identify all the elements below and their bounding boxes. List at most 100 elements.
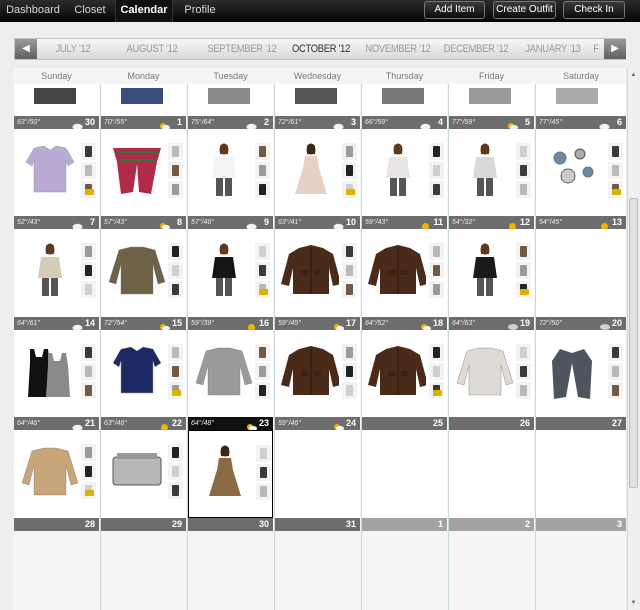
month-september[interactable]: SEPTEMBER '12 xyxy=(202,39,282,59)
day-header[interactable]: 63°/41° 10 xyxy=(275,216,360,231)
day-cell[interactable] xyxy=(101,330,186,418)
day-cell[interactable] xyxy=(536,129,626,217)
item-thumbnail[interactable] xyxy=(429,281,444,298)
day-header[interactable]: 1 xyxy=(362,518,447,531)
day-header[interactable]: 2 xyxy=(449,518,534,531)
outfit-photo[interactable] xyxy=(34,88,76,104)
scroll-up-icon[interactable]: ▲ xyxy=(629,70,638,80)
day-header[interactable]: 77°/59° 5 xyxy=(449,116,534,131)
day-cell[interactable] xyxy=(362,430,447,518)
day-cell[interactable] xyxy=(362,330,447,418)
outfit-photo[interactable] xyxy=(469,88,511,104)
outfit-photo[interactable] xyxy=(382,88,424,104)
item-thumbnail[interactable] xyxy=(516,162,531,179)
item-thumbnail[interactable] xyxy=(81,444,96,461)
outfit-photo[interactable] xyxy=(103,242,165,298)
outfit-photo[interactable] xyxy=(103,343,165,399)
item-thumbnail[interactable] xyxy=(81,162,96,179)
outfit-photo[interactable] xyxy=(190,242,252,298)
day-cell[interactable] xyxy=(362,531,447,610)
item-thumbnail[interactable] xyxy=(168,243,183,260)
day-header[interactable]: 64°/48° 23 xyxy=(188,417,273,432)
day-header[interactable]: 63°/50° 30 xyxy=(14,116,99,131)
tab-closet[interactable]: Closet xyxy=(70,0,110,22)
item-thumbnail[interactable] xyxy=(81,382,96,399)
item-thumbnail[interactable] xyxy=(342,281,357,298)
month-december[interactable]: DECEMBER '12 xyxy=(439,39,512,59)
outfit-photo[interactable] xyxy=(364,343,426,399)
item-thumbnail[interactable] xyxy=(516,143,531,160)
day-cell[interactable] xyxy=(449,229,534,317)
day-cell[interactable] xyxy=(101,430,186,518)
item-thumbnail[interactable] xyxy=(81,463,96,480)
outfit-photo[interactable] xyxy=(451,142,513,198)
item-thumbnail[interactable] xyxy=(168,482,183,499)
month-october[interactable]: OCTOBER '12 xyxy=(285,39,356,59)
outfit-photo[interactable] xyxy=(277,142,339,198)
month-july[interactable]: JULY '12 xyxy=(48,39,99,59)
day-cell[interactable] xyxy=(275,330,360,418)
item-thumbnail[interactable] xyxy=(342,162,357,179)
day-cell[interactable] xyxy=(536,330,626,418)
item-thumbnail[interactable] xyxy=(516,363,531,380)
day-header[interactable]: 64°/61° 14 xyxy=(14,317,99,332)
check-in-button[interactable]: Check In xyxy=(563,1,625,19)
item-thumbnail[interactable] xyxy=(608,143,623,160)
month-august[interactable]: AUGUST '12 xyxy=(121,39,184,59)
vertical-scrollbar[interactable]: ▲ ▼ xyxy=(627,68,638,610)
day-header[interactable]: 64°/63° 19 xyxy=(449,317,534,333)
day-cell[interactable] xyxy=(362,229,447,317)
item-thumbnail[interactable] xyxy=(168,281,183,298)
outfit-photo[interactable] xyxy=(364,142,426,198)
tab-calendar[interactable]: Calendar xyxy=(115,0,173,22)
item-thumbnail[interactable] xyxy=(429,162,444,179)
day-header[interactable]: 26 xyxy=(449,417,534,430)
day-cell[interactable] xyxy=(14,229,99,317)
day-header[interactable]: 72°/50° 20 xyxy=(536,317,626,333)
item-thumbnail[interactable] xyxy=(255,344,270,361)
previous-week-cell[interactable] xyxy=(449,84,534,116)
day-cell[interactable] xyxy=(188,330,273,418)
item-thumbnail[interactable] xyxy=(256,445,271,462)
outfit-photo[interactable] xyxy=(103,443,165,499)
item-thumbnail[interactable] xyxy=(255,143,270,160)
scroll-down-icon[interactable]: ▼ xyxy=(629,598,638,608)
item-thumbnail[interactable] xyxy=(81,262,96,279)
day-header[interactable]: 64°/46° 21 xyxy=(14,417,99,432)
outfit-photo[interactable] xyxy=(538,142,600,198)
day-cell[interactable] xyxy=(275,531,360,610)
item-thumbnail[interactable] xyxy=(255,181,270,198)
previous-week-cell[interactable] xyxy=(14,84,99,116)
month-november[interactable]: NOVEMBER '12 xyxy=(361,39,434,59)
day-header[interactable]: 27 xyxy=(536,417,626,430)
day-header[interactable]: 28 xyxy=(14,518,99,531)
day-header[interactable]: 59°/45° 17 xyxy=(275,317,360,332)
add-item-button[interactable]: Add Item xyxy=(424,1,485,19)
outfit-photo[interactable] xyxy=(208,88,250,104)
item-thumbnail[interactable] xyxy=(81,344,96,361)
item-thumbnail[interactable] xyxy=(608,344,623,361)
tab-dashboard[interactable]: Dashboard xyxy=(6,0,60,22)
outfit-photo[interactable] xyxy=(451,242,513,298)
item-thumbnail[interactable] xyxy=(429,181,444,198)
outfit-photo[interactable] xyxy=(190,343,252,399)
prev-month-button[interactable]: ◀ xyxy=(15,39,37,59)
outfit-photo[interactable] xyxy=(16,142,78,198)
item-thumbnail[interactable] xyxy=(516,243,531,260)
day-header[interactable]: 66°/59° 4 xyxy=(362,116,447,131)
day-header[interactable]: 72°/61° 3 xyxy=(275,116,360,131)
item-thumbnail[interactable] xyxy=(342,262,357,279)
day-header[interactable]: 54°/45° 13 xyxy=(536,216,626,230)
item-thumbnail[interactable] xyxy=(516,382,531,399)
previous-week-cell[interactable] xyxy=(362,84,447,116)
item-thumbnail[interactable] xyxy=(429,344,444,361)
day-header[interactable]: 59°/43° 11 xyxy=(362,216,447,230)
next-month-button[interactable]: ▶ xyxy=(604,39,626,59)
day-cell[interactable] xyxy=(14,330,99,418)
item-thumbnail[interactable] xyxy=(168,162,183,179)
item-thumbnail[interactable] xyxy=(429,363,444,380)
day-cell[interactable] xyxy=(275,129,360,217)
day-cell[interactable] xyxy=(14,430,99,518)
day-header[interactable]: 72°/54° 15 xyxy=(101,317,186,332)
day-header[interactable]: 30 xyxy=(188,518,273,531)
